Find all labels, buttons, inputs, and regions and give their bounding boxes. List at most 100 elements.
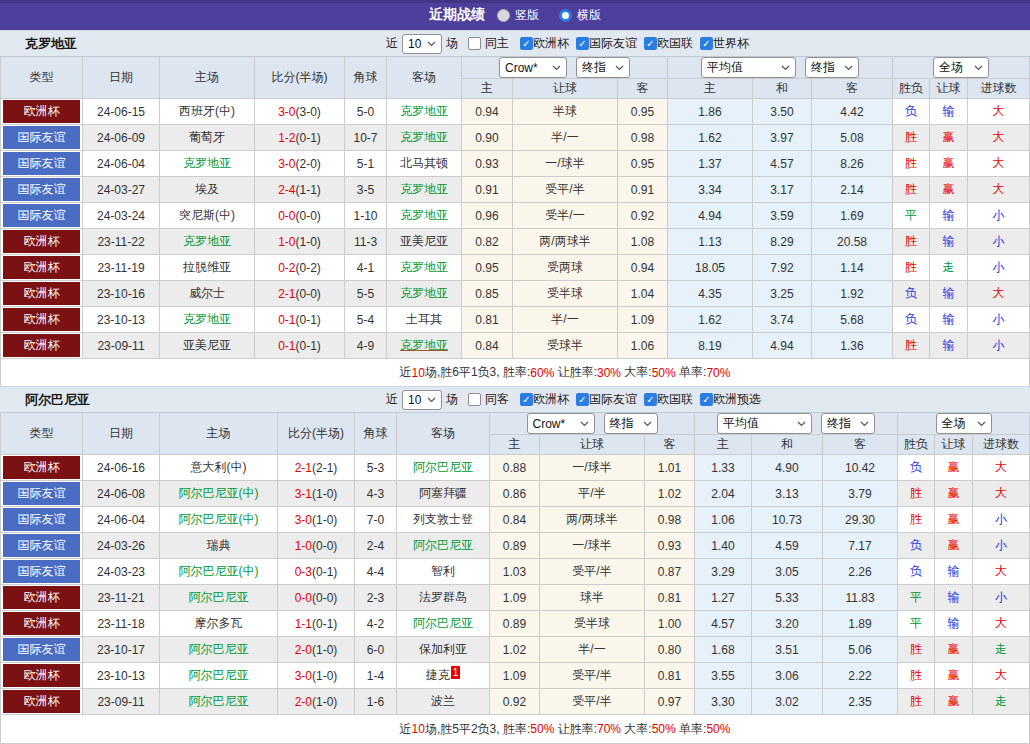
odds-company-select[interactable]: Crow* bbox=[527, 413, 595, 434]
away-team-name[interactable]: 阿尔巴尼亚 bbox=[413, 459, 473, 476]
away-team-name[interactable]: 克罗地亚 bbox=[400, 129, 448, 146]
home-team-name[interactable]: 克罗地亚 bbox=[183, 233, 231, 250]
away-team-cell: 北马其顿 bbox=[387, 151, 462, 177]
home-odds-cell: 0.84 bbox=[462, 333, 513, 359]
summary-text: 50% bbox=[652, 722, 676, 736]
home-team-name[interactable]: 阿尔巴尼亚(中) bbox=[179, 485, 259, 502]
match-count-select[interactable]: 10 bbox=[402, 390, 442, 410]
corners-cell: 10-7 bbox=[345, 125, 387, 151]
goals-result-cell: 小 bbox=[973, 585, 1030, 611]
league-checkbox[interactable]: ✓欧国联 bbox=[644, 391, 693, 408]
home-team-name[interactable]: 克罗地亚 bbox=[183, 155, 231, 172]
avg-select[interactable]: 平均值 bbox=[701, 57, 796, 78]
away-team-cell: 土耳其 bbox=[387, 307, 462, 333]
home-team-cell: 阿尔巴尼亚 bbox=[160, 637, 278, 663]
avg-away-cell: 7.17 bbox=[823, 533, 898, 559]
full-time-score: 3-0 bbox=[295, 513, 312, 527]
competition-badge: 国际友谊 bbox=[3, 482, 80, 505]
avg-time-select[interactable]: 终指 bbox=[821, 413, 875, 434]
result-cell: 胜 bbox=[898, 481, 935, 507]
scope-select[interactable]: 全场 bbox=[933, 57, 989, 78]
half-time-score: (1-1) bbox=[296, 183, 321, 197]
summary-row: 近10场,胜6平1负3, 胜率:60% 让胜率:30% 大率:50% 单率:70… bbox=[0, 359, 1030, 386]
home-team-name[interactable]: 阿尔巴尼亚(中) bbox=[179, 511, 259, 528]
summary-text: 50% bbox=[652, 366, 676, 380]
odds-time-select[interactable]: 终指 bbox=[576, 57, 630, 78]
full-time-score: 3-0 bbox=[295, 669, 312, 683]
same-venue-filter[interactable]: 同主 bbox=[468, 35, 509, 52]
away-team-name: 波兰 bbox=[431, 693, 455, 710]
radio-horizontal[interactable]: 横版 bbox=[559, 7, 601, 24]
half-time-score: (0-1) bbox=[296, 313, 321, 327]
summary-text: 60% bbox=[530, 366, 554, 380]
away-team-name[interactable]: 阿尔巴尼亚 bbox=[413, 615, 473, 632]
league-checkbox[interactable]: ✓欧洲杯 bbox=[520, 391, 569, 408]
radio-selected-icon bbox=[497, 9, 510, 22]
summary-text: 场,胜5平2负3, 胜率: bbox=[425, 721, 530, 738]
handicap-odds-filter-cell: Crow* 终指 bbox=[462, 57, 668, 79]
avg-time-select[interactable]: 终指 bbox=[805, 57, 859, 78]
score-cell: 3-0(3-0) bbox=[255, 99, 345, 125]
corners-cell: 1-10 bbox=[345, 203, 387, 229]
home-team-name[interactable]: 阿尔巴尼亚(中) bbox=[179, 563, 259, 580]
league-checkbox[interactable]: ✓欧国联 bbox=[644, 35, 693, 52]
home-team-cell: 瑞典 bbox=[160, 533, 278, 559]
column-header: 客 bbox=[618, 79, 668, 99]
corners-cell: 5-3 bbox=[355, 455, 397, 481]
avg-away-cell: 1.89 bbox=[823, 611, 898, 637]
type-cell: 欧洲杯 bbox=[0, 689, 83, 715]
scope-select[interactable]: 全场 bbox=[936, 413, 992, 434]
league-checkbox[interactable]: ✓国际友谊 bbox=[576, 391, 637, 408]
avg-home-cell: 1.62 bbox=[668, 307, 753, 333]
league-checkbox[interactable]: ✓国际友谊 bbox=[576, 35, 637, 52]
league-checkbox[interactable]: ✓欧洲预选 bbox=[700, 391, 761, 408]
same-venue-filter[interactable]: 同客 bbox=[468, 391, 509, 408]
corners-cell: 4-2 bbox=[355, 611, 397, 637]
radio-vertical[interactable]: 竖版 bbox=[497, 7, 539, 24]
home-odds-cell: 0.91 bbox=[462, 177, 513, 203]
handicap-cell: 球半 bbox=[540, 585, 645, 611]
corners-cell: 5-1 bbox=[345, 151, 387, 177]
home-odds-cell: 1.03 bbox=[490, 559, 540, 585]
home-team-name[interactable]: 阿尔巴尼亚 bbox=[189, 693, 249, 710]
match-count-select[interactable]: 10 bbox=[402, 34, 442, 54]
home-team-name[interactable]: 阿尔巴尼亚 bbox=[189, 589, 249, 606]
chevron-down-icon bbox=[781, 65, 790, 71]
goals-result-cell: 大 bbox=[973, 455, 1030, 481]
away-team-name[interactable]: 克罗地亚 bbox=[400, 259, 448, 276]
avg-draw-cell: 10.73 bbox=[752, 507, 823, 533]
avg-draw-cell: 4.90 bbox=[752, 455, 823, 481]
home-team-name[interactable]: 克罗地亚 bbox=[183, 311, 231, 328]
column-header: 主 bbox=[490, 435, 540, 455]
home-odds-cell: 0.84 bbox=[490, 507, 540, 533]
avg-select[interactable]: 平均值 bbox=[717, 413, 812, 434]
result-cell: 负 bbox=[893, 307, 930, 333]
away-team-name[interactable]: 克罗地亚 bbox=[400, 103, 448, 120]
away-team-name[interactable]: 克罗地亚 bbox=[400, 337, 448, 354]
odds-time-select[interactable]: 终指 bbox=[604, 413, 658, 434]
away-team-name[interactable]: 阿尔巴尼亚 bbox=[413, 537, 473, 554]
home-team-name[interactable]: 阿尔巴尼亚 bbox=[189, 641, 249, 658]
chevron-down-icon bbox=[974, 65, 983, 71]
full-time-score: 2-0 bbox=[295, 695, 312, 709]
column-header: 让球 bbox=[513, 79, 618, 99]
away-team-name[interactable]: 克罗地亚 bbox=[400, 181, 448, 198]
handicap-result-cell: 赢 bbox=[930, 125, 968, 151]
away-odds-cell: 0.92 bbox=[618, 203, 668, 229]
date-cell: 23-11-19 bbox=[83, 255, 160, 281]
summary-text: 10 bbox=[412, 366, 425, 380]
score-cell: 2-1(2-1) bbox=[278, 455, 355, 481]
odds-company-select[interactable]: Crow* bbox=[499, 57, 567, 78]
home-team-cell: 阿尔巴尼亚 bbox=[160, 585, 278, 611]
league-checkbox[interactable]: ✓世界杯 bbox=[700, 35, 749, 52]
away-team-name[interactable]: 克罗地亚 bbox=[400, 207, 448, 224]
handicap-odds-filter-cell: Crow* 终指 bbox=[490, 413, 695, 435]
league-checkbox[interactable]: ✓欧洲杯 bbox=[520, 35, 569, 52]
competition-badge: 国际友谊 bbox=[3, 152, 80, 175]
half-time-score: (0-1) bbox=[312, 617, 337, 631]
away-team-name[interactable]: 克罗地亚 bbox=[400, 285, 448, 302]
half-time-score: (0-2) bbox=[296, 261, 321, 275]
home-team-name[interactable]: 阿尔巴尼亚 bbox=[189, 667, 249, 684]
avg-draw-cell: 3.59 bbox=[753, 203, 812, 229]
home-team-name: 威尔士 bbox=[189, 285, 225, 302]
